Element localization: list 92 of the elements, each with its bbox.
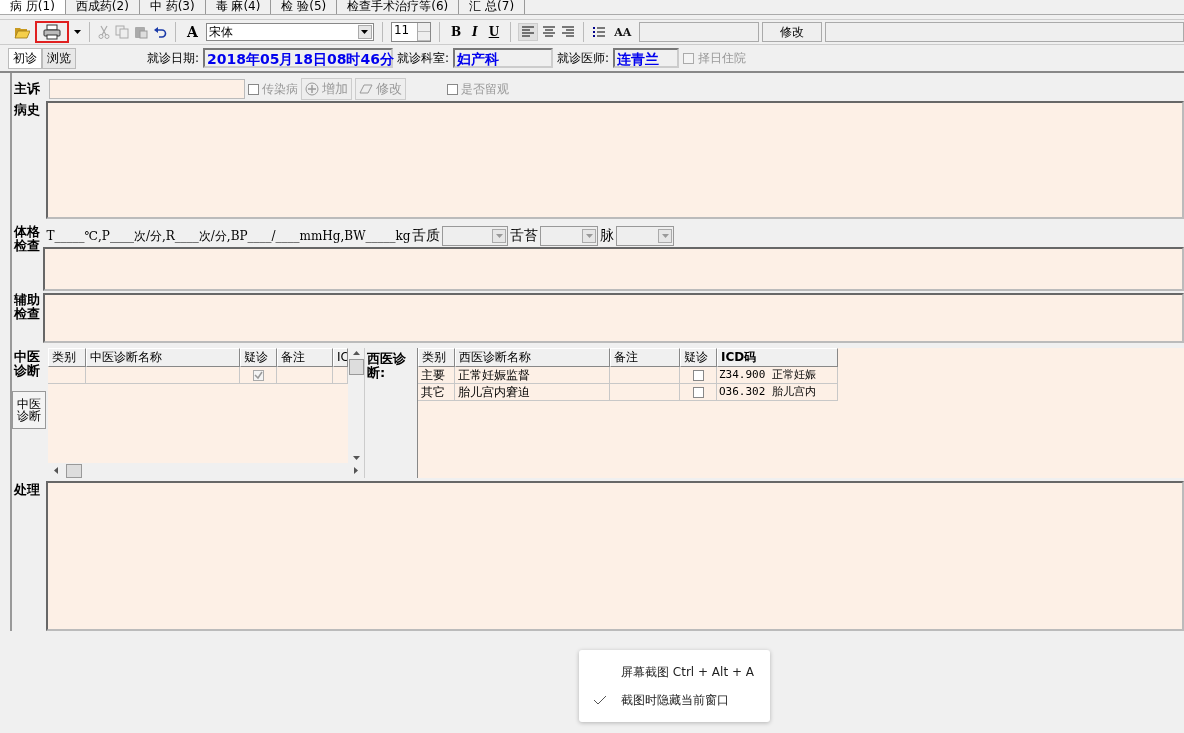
scroll-up-icon[interactable] xyxy=(352,351,360,355)
department-field[interactable]: 妇产科 xyxy=(453,48,554,68)
undo-icon[interactable] xyxy=(153,26,167,38)
visit-tab[interactable]: 初诊 xyxy=(8,47,42,69)
pulse-select[interactable] xyxy=(616,226,675,246)
physical-exam-field[interactable] xyxy=(42,247,1184,291)
column-header: 备注 xyxy=(610,348,680,367)
visit-date-label: 就诊日期: xyxy=(147,49,200,67)
visit-date-field[interactable]: 2018年05月18日08时46分 xyxy=(203,48,394,68)
admission-label: 择日住院 xyxy=(698,49,747,67)
column-header: 疑诊 xyxy=(240,348,277,367)
doctor-label: 就诊医师: xyxy=(557,49,610,67)
scroll-thumb[interactable] xyxy=(348,359,364,375)
record-tab[interactable]: 中 药(3) xyxy=(139,0,206,14)
bold-button[interactable]: B xyxy=(447,25,465,39)
complaint-label: 主诉 xyxy=(13,80,41,98)
column-header: 疑诊 xyxy=(680,348,717,367)
align-left-icon[interactable] xyxy=(519,24,538,40)
table-cell: 正常妊娠监督 xyxy=(455,367,610,384)
physical-exam-label: 体格检查 xyxy=(12,225,41,255)
column-header: 类别 xyxy=(418,348,455,367)
print-button[interactable] xyxy=(35,21,69,43)
record-tab[interactable]: 西成药(2) xyxy=(65,0,140,14)
font-size-field[interactable]: 11 xyxy=(390,22,431,42)
treatment-label: 处理 xyxy=(13,481,41,499)
font-button[interactable]: A xyxy=(184,24,201,40)
table-cell xyxy=(48,367,86,384)
vital-signs-text: T_____℃,P____次/分,R____次/分,BP____/____mmHg,BW_____kg xyxy=(46,227,411,245)
toolbar-field[interactable] xyxy=(639,22,760,42)
tcm-diagnosis-button[interactable]: 中医诊断 xyxy=(12,391,46,430)
edit-button[interactable]: 修改 xyxy=(762,22,823,42)
align-center-icon[interactable] xyxy=(542,26,557,38)
bullet-list-icon[interactable] xyxy=(592,26,607,38)
observation-label: 是否留观 xyxy=(461,80,509,98)
dropdown-arrow-icon[interactable] xyxy=(361,30,369,34)
menu-item[interactable]: 屏幕截图 Ctrl + Alt + A xyxy=(579,658,770,686)
record-tab[interactable]: 毒 麻(4) xyxy=(205,0,272,14)
align-right-icon[interactable] xyxy=(561,26,576,38)
scissors-icon[interactable] xyxy=(98,25,110,39)
menu-item[interactable]: 截图时隐藏当前窗口 xyxy=(579,686,770,714)
table-cell: 胎儿宫内窘迫 xyxy=(455,384,610,401)
tongue-select[interactable] xyxy=(442,226,509,246)
horizontal-scrollbar[interactable] xyxy=(48,463,364,478)
table-cell: 主要 xyxy=(418,367,455,384)
infectious-label: 传染病 xyxy=(262,80,298,98)
font-size-button[interactable]: AA xyxy=(611,25,635,39)
table-cell: Z34.900 正常妊娠 xyxy=(717,367,838,384)
column-header: 备注 xyxy=(277,348,333,367)
department-label: 就诊科室: xyxy=(397,49,450,67)
open-folder-icon[interactable] xyxy=(14,25,30,39)
coating-select[interactable] xyxy=(540,226,599,246)
column-header: 西医诊断名称 xyxy=(455,348,610,367)
toolbar-field[interactable] xyxy=(825,22,1184,42)
auxiliary-exam-label: 辅助检查 xyxy=(12,293,41,323)
scroll-down-icon[interactable] xyxy=(352,456,360,460)
coating-label: 舌苔 xyxy=(510,227,539,245)
doctor-field[interactable]: 连青兰 xyxy=(613,48,680,68)
table-cell: O36.302 胎儿宫内 xyxy=(717,384,838,401)
scroll-left-icon[interactable] xyxy=(54,467,58,474)
suspected-checkbox[interactable] xyxy=(692,386,704,398)
tongue-label: 舌质 xyxy=(412,227,441,245)
scroll-thumb[interactable] xyxy=(66,463,82,478)
record-tab[interactable]: 检 验(5) xyxy=(271,0,338,14)
history-field[interactable] xyxy=(46,101,1184,219)
treatment-field[interactable] xyxy=(46,481,1184,631)
infectious-checkbox[interactable] xyxy=(248,83,259,95)
western-diagnosis-label: 西医诊断: xyxy=(365,348,417,478)
record-tab[interactable]: 病 历(1) xyxy=(0,0,66,14)
caret-icon[interactable] xyxy=(74,30,81,34)
copy-icon[interactable] xyxy=(115,25,129,39)
column-header: 类别 xyxy=(48,348,86,367)
history-label: 病史 xyxy=(13,101,41,119)
pulse-label: 脉 xyxy=(600,227,615,245)
visit-tab[interactable]: 浏览 xyxy=(42,47,76,69)
suspected-checkbox[interactable] xyxy=(252,369,264,381)
complaint-field[interactable] xyxy=(49,79,245,99)
scroll-right-icon[interactable] xyxy=(354,467,358,474)
auxiliary-exam-field[interactable] xyxy=(42,293,1184,343)
plus-circle-icon xyxy=(305,82,319,96)
italic-button[interactable]: I xyxy=(469,25,481,39)
record-tab[interactable]: 检查手术治疗等(6) xyxy=(337,0,460,14)
underline-button[interactable]: U xyxy=(485,25,503,39)
font-select[interactable]: 宋体 xyxy=(205,23,374,41)
observation-checkbox[interactable] xyxy=(447,83,458,95)
column-header: ICD码 xyxy=(717,348,838,367)
paste-icon[interactable] xyxy=(134,25,148,39)
eraser-icon xyxy=(359,83,373,95)
table-cell: 其它 xyxy=(418,384,455,401)
tcm-diagnosis-label: 中医诊断 xyxy=(14,348,41,378)
record-tab[interactable]: 汇 总(7) xyxy=(459,0,526,14)
suspected-checkbox[interactable] xyxy=(692,369,704,381)
column-header: 中医诊断名称 xyxy=(86,348,240,367)
